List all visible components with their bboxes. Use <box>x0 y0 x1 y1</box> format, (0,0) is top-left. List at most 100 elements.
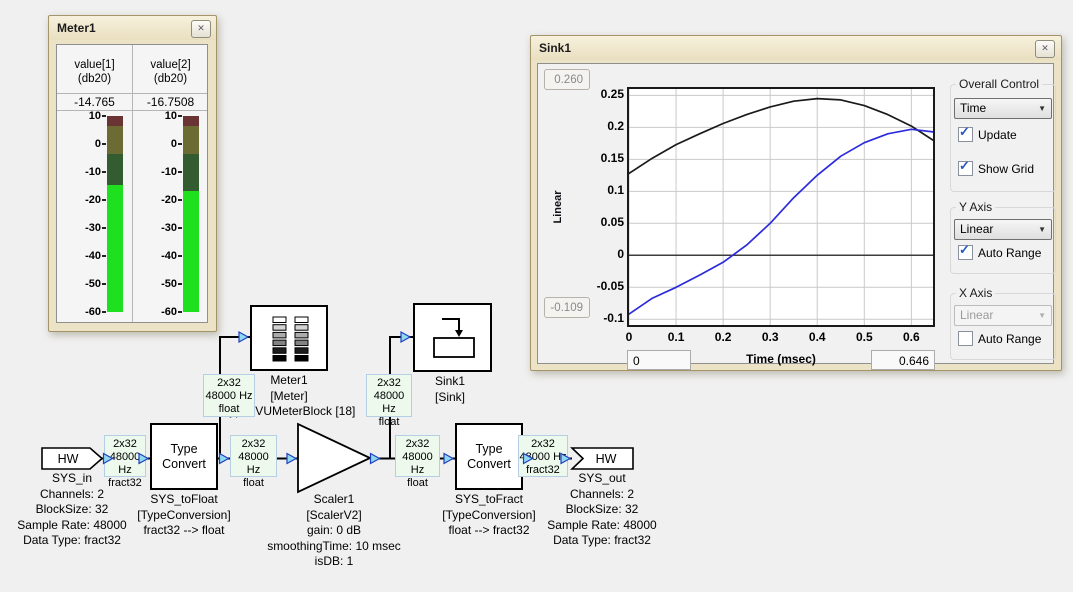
tick-mark <box>178 171 182 173</box>
label-line: Type <box>170 442 197 457</box>
x-axis-group: X Axis <box>950 293 1056 360</box>
port-arrow-icon <box>220 454 229 464</box>
y-tick-label: 0.2 <box>574 119 624 134</box>
checkbox-box: ✓ <box>958 245 973 260</box>
tick-mark <box>178 115 182 117</box>
meter-scale-tick: 0 <box>133 137 177 151</box>
sink-window: Sink1 ✕ 0.260 -0.109 Linear 00.10.20.30.… <box>530 35 1062 371</box>
port-arrow-icon <box>239 332 248 342</box>
x-tick-label: 0.4 <box>797 330 837 344</box>
label-line: 2x32 <box>519 438 567 451</box>
port-arrow-icon <box>444 454 453 464</box>
label-line: 48000 Hz <box>519 451 567 464</box>
meter-scale-tick: 0 <box>57 137 101 151</box>
y-axis-label: Linear <box>552 177 566 237</box>
y-tick-label: 0 <box>574 247 624 262</box>
x-tick-label: 0.1 <box>656 330 696 344</box>
header-divider <box>57 93 207 94</box>
label-line: 2x32 <box>105 438 145 451</box>
x-scale-select: Linear ▼ <box>954 305 1052 326</box>
meter-panel: value[1] (db20) value[2] (db20) -14.765 … <box>56 44 208 323</box>
meter-bar-segment <box>107 126 123 154</box>
meter-scale-tick: -30 <box>57 221 101 235</box>
label-line: Channels: 2 <box>492 487 712 503</box>
tick-mark <box>102 311 106 313</box>
meter-scale-tick: -50 <box>57 277 101 291</box>
label-line: 48000 Hz <box>204 390 254 403</box>
update-checkbox[interactable]: ✓ Update <box>958 127 1017 142</box>
sink-block[interactable] <box>413 303 492 372</box>
chevron-down-icon: ▼ <box>1038 99 1046 118</box>
chevron-down-icon: ▼ <box>1038 306 1046 325</box>
series-channel-1 <box>629 99 933 174</box>
label-line: Data Type: fract32 <box>492 533 712 549</box>
x-axis-label: Time (msec) <box>627 352 935 366</box>
meter-scale-tick: -20 <box>133 193 177 207</box>
vu-meter-bar <box>183 116 199 312</box>
label-line: smoothingTime: 10 msec <box>224 539 444 555</box>
domain-select[interactable]: Time ▼ <box>954 98 1052 119</box>
wire-type-label: 2x3248000 Hzfract32 <box>104 435 146 477</box>
port-arrow-icon <box>371 454 380 464</box>
label-line: 48000 Hz <box>367 390 411 416</box>
label-line: float <box>204 403 254 416</box>
tick-mark <box>102 171 106 173</box>
meter-scale-tick: -40 <box>57 249 101 263</box>
plot-area <box>627 87 935 327</box>
y-auto-range-checkbox[interactable]: ✓ Auto Range <box>958 245 1041 260</box>
meter-bar-segment <box>107 154 123 185</box>
wire-type-label: 2x3248000 Hzfloat <box>395 435 440 477</box>
sink-window-titlebar[interactable]: Sink1 <box>531 36 1061 60</box>
wire-type-label: 2x3248000 Hzfloat <box>230 435 277 477</box>
meter-scale-tick: -40 <box>133 249 177 263</box>
label-line: SYS_in <box>0 471 182 487</box>
checkbox-box: ✓ <box>958 161 973 176</box>
meter-bar-segment <box>183 191 199 312</box>
close-button[interactable]: ✕ <box>1035 40 1055 58</box>
meter-scale-tick: -10 <box>57 165 101 179</box>
y-tick-label: -0.1 <box>574 311 624 326</box>
x-auto-range-checkbox[interactable]: Auto Range <box>958 331 1041 346</box>
checkbox-box <box>958 331 973 346</box>
x-tick-label: 0.6 <box>891 330 931 344</box>
meter-scale-tick: -50 <box>133 277 177 291</box>
meter-bar-segment <box>107 185 123 312</box>
tick-mark <box>102 115 106 117</box>
close-icon: ✕ <box>1041 43 1049 53</box>
sink-icon <box>415 305 494 370</box>
y-scale-select[interactable]: Linear ▼ <box>954 219 1052 240</box>
label-line: 2x32 <box>231 438 276 451</box>
y-tick-label: 0.05 <box>574 215 624 230</box>
x-tick-label: 0.3 <box>750 330 790 344</box>
series-channel-2 <box>629 129 933 314</box>
meter-scale-tick: -10 <box>133 165 177 179</box>
checkbox-box: ✓ <box>958 127 973 142</box>
label-line: BlockSize: 32 <box>492 502 712 518</box>
vu-meter-bar <box>107 116 123 312</box>
tick-mark <box>102 227 106 229</box>
label-line: float <box>396 477 439 490</box>
group-title: Overall Control <box>956 77 1042 91</box>
meter-bar-segment <box>183 154 199 191</box>
label-line: 48000 Hz <box>105 451 145 477</box>
chevron-down-icon: ▼ <box>1038 220 1046 239</box>
y-axis-group: Y Axis <box>950 207 1056 274</box>
meter-scale-tick: -60 <box>57 305 101 319</box>
port-arrow-icon <box>401 332 410 342</box>
show-grid-checkbox[interactable]: ✓ Show Grid <box>958 161 1034 176</box>
scaler-block[interactable] <box>298 424 370 492</box>
meter-scale-tick: 10 <box>133 109 177 123</box>
label-line: Convert <box>467 457 511 472</box>
tick-mark <box>178 255 182 257</box>
meter-window: Meter1 ✕ value[1] (db20) value[2] (db20)… <box>48 15 217 332</box>
tick-mark <box>178 311 182 313</box>
label-line: 48000 Hz <box>396 451 439 477</box>
x-tick-label: 0.2 <box>703 330 743 344</box>
y-tick-label: -0.05 <box>574 279 624 294</box>
meter-block[interactable] <box>250 305 328 371</box>
meter-value-2: -16.7508 <box>133 95 208 109</box>
meter-scale-tick: 10 <box>57 109 101 123</box>
close-button[interactable]: ✕ <box>191 20 211 38</box>
tick-mark <box>178 227 182 229</box>
meter-scale-tick: -20 <box>57 193 101 207</box>
